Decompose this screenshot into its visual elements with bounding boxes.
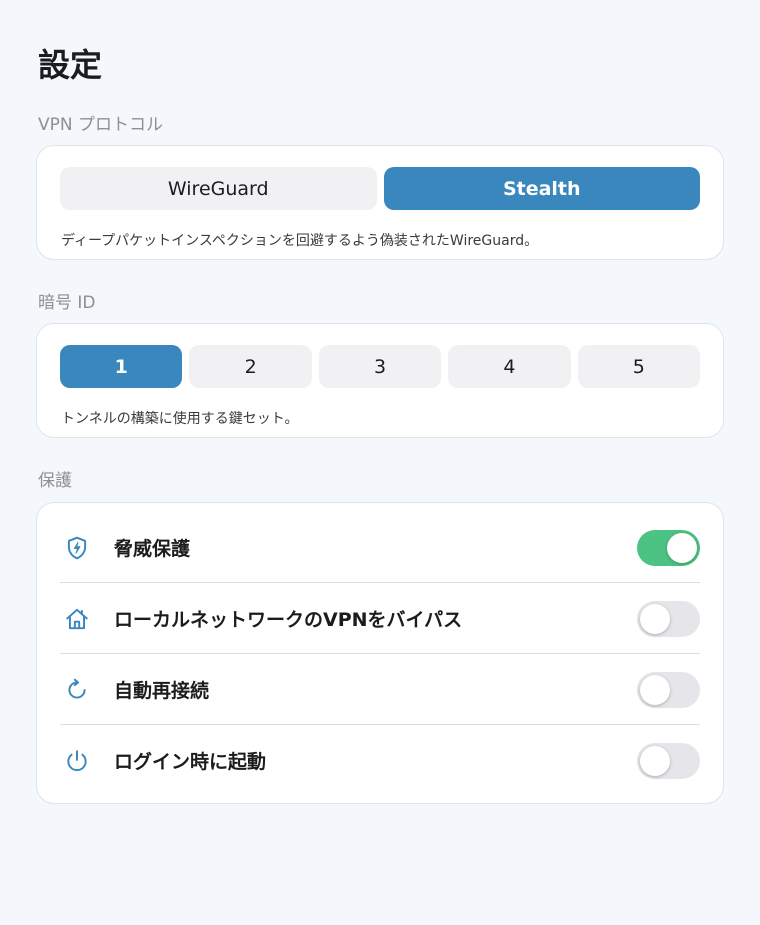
toggle-row-launch-at-login[interactable]: ログイン時に起動 (60, 725, 700, 796)
cipher-section-label: 暗号 ID (38, 293, 96, 313)
toggle-knob (640, 745, 670, 776)
toggle-row-bypass-lan[interactable]: ローカルネットワークのVPNをバイパス (60, 583, 700, 654)
shield-bolt-icon (62, 533, 92, 563)
refresh-icon (62, 675, 92, 705)
toggle-knob (640, 603, 670, 634)
protection-section-label: 保護 (38, 471, 72, 491)
toggle-knob (640, 674, 670, 705)
protection-card: 脅威保護 ローカルネットワークのVPNをバイパス 自動再接続 ログイン時に起動 (36, 502, 724, 804)
bypass-lan-label: ローカルネットワークのVPNをバイパス (114, 609, 463, 631)
protocol-option-wireguard[interactable]: WireGuard (60, 167, 377, 210)
power-icon (62, 746, 92, 776)
toggle-row-threat-protection[interactable]: 脅威保護 (60, 512, 700, 583)
bypass-lan-toggle[interactable] (637, 600, 700, 637)
auto-reconnect-toggle[interactable] (637, 671, 700, 708)
protocol-segmented-control: WireGuard Stealth (60, 167, 700, 210)
protocol-description: ディープパケットインスペクションを回避するよう偽装されたWireGuard。 (61, 233, 539, 249)
auto-reconnect-label: 自動再接続 (114, 680, 210, 702)
toggle-row-auto-reconnect[interactable]: 自動再接続 (60, 654, 700, 725)
protocol-option-stealth[interactable]: Stealth (383, 167, 700, 210)
page-title: 設定 (38, 46, 103, 84)
cipher-option-1[interactable]: 1 (60, 345, 183, 388)
threat-protection-label: 脅威保護 (114, 538, 191, 560)
threat-protection-toggle[interactable] (637, 529, 700, 566)
protocol-section-label: VPN プロトコル (38, 115, 164, 135)
protocol-card: WireGuard Stealth ディープパケットインスペクションを回避するよ… (36, 145, 724, 260)
cipher-option-2[interactable]: 2 (189, 345, 312, 388)
cipher-option-5[interactable]: 5 (577, 345, 701, 388)
cipher-option-4[interactable]: 4 (448, 345, 571, 388)
toggle-knob (667, 532, 697, 563)
launch-at-login-label: ログイン時に起動 (114, 751, 267, 773)
cipher-option-3[interactable]: 3 (318, 345, 442, 388)
cipher-segmented-control: 1 2 3 4 5 (60, 345, 701, 388)
launch-at-login-toggle[interactable] (637, 742, 700, 779)
home-icon (62, 604, 92, 634)
cipher-card: 1 2 3 4 5 トンネルの構築に使用する鍵セット。 (36, 323, 724, 438)
cipher-description: トンネルの構築に使用する鍵セット。 (61, 411, 299, 427)
settings-page: 設定 VPN プロトコル WireGuard Stealth ディープパケットイ… (0, 0, 760, 925)
